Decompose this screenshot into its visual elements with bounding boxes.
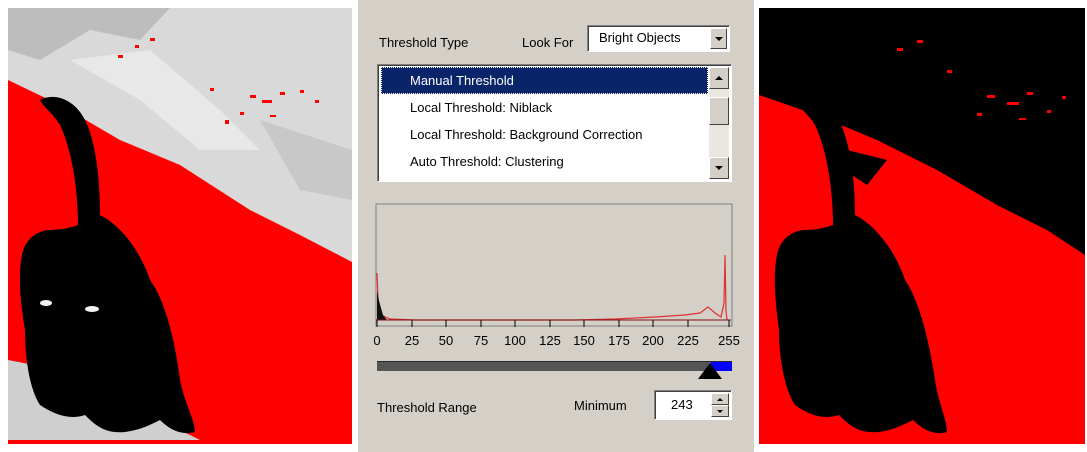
- slider-thumb-handle[interactable]: [698, 363, 722, 379]
- chevron-up-icon: [715, 76, 723, 80]
- overlay-image: [0, 0, 356, 452]
- look-for-dropdown[interactable]: Bright Objects: [587, 25, 730, 52]
- threshold-range-label: Threshold Range: [377, 400, 477, 415]
- histogram-tick-label: 100: [504, 333, 526, 348]
- chevron-down-icon: [714, 36, 723, 41]
- histogram-tick-label: 25: [404, 333, 420, 348]
- list-item-manual-threshold[interactable]: Manual Threshold: [381, 67, 708, 94]
- threshold-result-image: [757, 0, 1087, 452]
- histogram-tick-label: 0: [373, 333, 381, 348]
- minimum-value: 243: [671, 397, 693, 412]
- histogram-tick-label: 255: [718, 333, 740, 348]
- original-image-overlay: [0, 0, 356, 452]
- look-for-value: Bright Objects: [599, 30, 681, 45]
- histogram-tick-label: 225: [677, 333, 699, 348]
- list-item-label: Local Threshold: Background Correction: [410, 127, 643, 142]
- threshold-dialog: Threshold Type Look For Bright Objects M…: [358, 0, 754, 452]
- chevron-down-icon: [717, 409, 723, 413]
- list-item-clustering[interactable]: Auto Threshold: Clustering: [381, 148, 708, 175]
- list-item-label: Manual Threshold: [410, 73, 514, 88]
- scroll-thumb[interactable]: [709, 97, 729, 125]
- dropdown-arrow-button[interactable]: [710, 28, 727, 49]
- list-item-label: Auto Threshold: Clustering: [410, 154, 564, 169]
- list-scrollbar[interactable]: [709, 67, 729, 179]
- threshold-type-list[interactable]: Manual Threshold Local Threshold: Niblac…: [377, 64, 732, 182]
- spin-down-button[interactable]: [711, 405, 729, 417]
- minimum-spinbox[interactable]: 243: [654, 390, 732, 420]
- binary-mask-image: [757, 0, 1087, 452]
- minimum-label: Minimum: [574, 398, 627, 413]
- scroll-down-button[interactable]: [709, 157, 729, 179]
- histogram-tick-label: 75: [473, 333, 489, 348]
- spin-up-button[interactable]: [711, 393, 729, 405]
- list-item-niblack[interactable]: Local Threshold: Niblack: [381, 94, 708, 121]
- chevron-down-icon: [715, 166, 723, 170]
- histogram-tick-label: 150: [573, 333, 595, 348]
- histogram-tick-label: 175: [608, 333, 630, 348]
- histogram-tick-label: 50: [438, 333, 454, 348]
- threshold-type-label: Threshold Type: [379, 35, 469, 50]
- threshold-range-slider[interactable]: [377, 361, 732, 371]
- list-item-background-correction[interactable]: Local Threshold: Background Correction: [381, 121, 708, 148]
- histogram-plot: [375, 203, 733, 327]
- histogram-tick-label: 200: [642, 333, 664, 348]
- histogram-tick-label: 125: [539, 333, 561, 348]
- scroll-up-button[interactable]: [709, 67, 729, 89]
- look-for-label: Look For: [522, 35, 574, 50]
- list-item-label: Local Threshold: Niblack: [410, 100, 553, 115]
- chevron-up-icon: [717, 397, 723, 401]
